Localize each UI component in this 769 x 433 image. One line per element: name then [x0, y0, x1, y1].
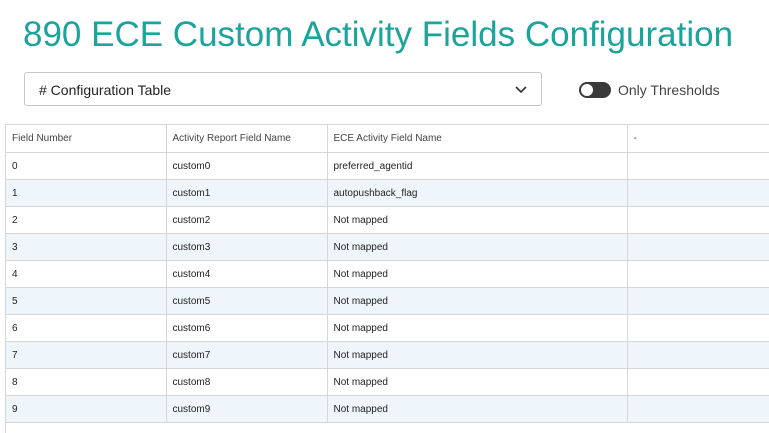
cell-activity-report-field-name: custom4: [166, 260, 328, 288]
page-title: 890 ECE Custom Activity Fields Configura…: [23, 15, 734, 54]
cell-ece-activity-field-name: Not mapped: [327, 341, 628, 369]
cell-extra: [627, 206, 769, 234]
column-header-field-number[interactable]: Field Number: [6, 125, 167, 153]
cell-activity-report-field-name: custom8: [166, 368, 328, 396]
cell-field-number: 1: [6, 179, 167, 207]
cell-activity-report-field-name: custom6: [166, 314, 328, 342]
cell-extra: [627, 287, 769, 315]
cell-ece-activity-field-name: Not mapped: [327, 395, 628, 423]
table-header-row: Field Number Activity Report Field Name …: [6, 125, 769, 153]
column-header-activity-report-field-name[interactable]: Activity Report Field Name: [166, 125, 328, 153]
cell-activity-report-field-name: custom0: [166, 152, 328, 180]
cell-ece-activity-field-name: Not mapped: [327, 368, 628, 396]
only-thresholds-label: Only Thresholds: [618, 82, 720, 98]
cell-activity-report-field-name: custom1: [166, 179, 328, 207]
cell-field-number: 9: [6, 395, 167, 423]
cell-field-number: 2: [6, 206, 167, 234]
cell-ece-activity-field-name: Not mapped: [327, 206, 628, 234]
table-row[interactable]: 3 custom3 Not mapped: [6, 233, 769, 261]
cell-ece-activity-field-name: Not mapped: [327, 287, 628, 315]
table-row[interactable]: 6 custom6 Not mapped: [6, 314, 769, 342]
table-row[interactable]: 9 custom9 Not mapped: [6, 395, 769, 423]
cell-extra: [627, 152, 769, 180]
table-row[interactable]: 5 custom5 Not mapped: [6, 287, 769, 315]
cell-extra: [627, 233, 769, 261]
cell-field-number: 3: [6, 233, 167, 261]
cell-ece-activity-field-name: autopushback_flag: [327, 179, 628, 207]
toggle-knob: [581, 84, 593, 96]
configuration-select-value: # Configuration Table: [39, 82, 172, 98]
column-header-ece-activity-field-name[interactable]: ECE Activity Field Name: [327, 125, 628, 153]
cell-activity-report-field-name: custom7: [166, 341, 328, 369]
cell-field-number: 7: [6, 341, 167, 369]
table-row[interactable]: 7 custom7 Not mapped: [6, 341, 769, 369]
cell-extra: [627, 260, 769, 288]
cell-extra: [627, 341, 769, 369]
cell-extra: [627, 314, 769, 342]
cell-ece-activity-field-name: preferred_agentid: [327, 152, 628, 180]
table-row[interactable]: 2 custom2 Not mapped: [6, 206, 769, 234]
chevron-down-icon[interactable]: [515, 84, 527, 94]
table-row[interactable]: 1 custom1 autopushback_flag: [6, 179, 769, 207]
cell-extra: [627, 395, 769, 423]
table-body: 0 custom0 preferred_agentid 1 custom1 autopus…: [6, 152, 769, 423]
cell-extra: [627, 368, 769, 396]
page: 890 ECE Custom Activity Fields Configura…: [0, 0, 769, 433]
cell-activity-report-field-name: custom9: [166, 395, 328, 423]
table-row[interactable]: 8 custom8 Not mapped: [6, 368, 769, 396]
cell-ece-activity-field-name: Not mapped: [327, 260, 628, 288]
configuration-table-container[interactable]: Field Number Activity Report Field Name …: [5, 124, 769, 433]
only-thresholds-toggle[interactable]: [579, 82, 611, 98]
cell-field-number: 4: [6, 260, 167, 288]
column-header-extra[interactable]: -: [627, 125, 769, 153]
cell-activity-report-field-name: custom5: [166, 287, 328, 315]
cell-field-number: 0: [6, 152, 167, 180]
cell-field-number: 6: [6, 314, 167, 342]
table-row[interactable]: 0 custom0 preferred_agentid: [6, 152, 769, 180]
cell-activity-report-field-name: custom3: [166, 233, 328, 261]
table-row[interactable]: 4 custom4 Not mapped: [6, 260, 769, 288]
cell-ece-activity-field-name: Not mapped: [327, 233, 628, 261]
cell-ece-activity-field-name: Not mapped: [327, 314, 628, 342]
only-thresholds-toggle-group[interactable]: Only Thresholds: [579, 81, 720, 99]
configuration-select[interactable]: # Configuration Table: [24, 72, 542, 106]
cell-field-number: 8: [6, 368, 167, 396]
configuration-table: Field Number Activity Report Field Name …: [6, 125, 769, 423]
cell-extra: [627, 179, 769, 207]
cell-activity-report-field-name: custom2: [166, 206, 328, 234]
cell-field-number: 5: [6, 287, 167, 315]
